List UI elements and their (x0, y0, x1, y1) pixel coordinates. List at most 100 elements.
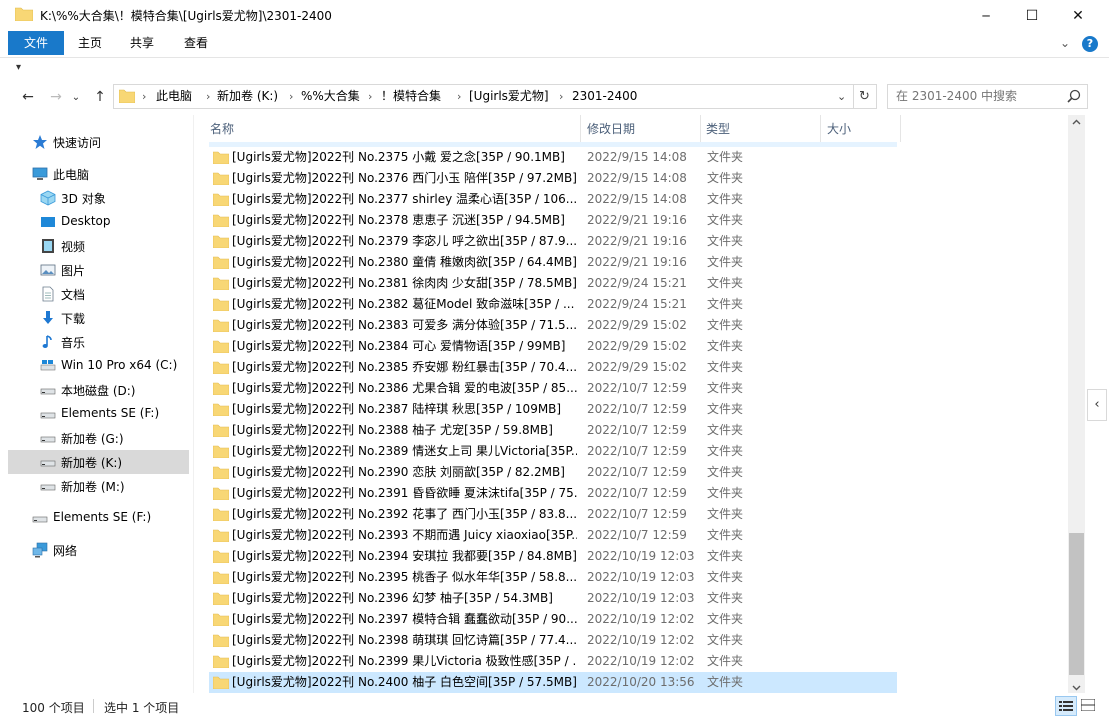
scroll-up-icon[interactable] (1072, 118, 1081, 127)
tab-file[interactable]: 文件 (8, 31, 64, 55)
sidebar-item-videos[interactable]: 视频 (8, 234, 189, 258)
sidebar-item-label: Elements SE (F:) (53, 510, 152, 524)
file-name: [Ugirls爱尤物]2022刊 No.2395 桃香子 似水年华[35P / … (232, 570, 577, 584)
file-row[interactable]: [Ugirls爱尤物]2022刊 No.2376 西门小玉 陪伴[35P / 9… (209, 168, 897, 189)
back-button[interactable]: ← (18, 88, 38, 106)
search-input[interactable] (896, 85, 1061, 106)
sidebar-item-drive-f[interactable]: Elements SE (F:) (8, 402, 189, 426)
file-row[interactable]: [Ugirls爱尤物]2022刊 No.2392 花事了 西门小玉[35P / … (209, 504, 897, 525)
sidebar-item-drive-m[interactable]: 新加卷 (M:) (8, 474, 189, 498)
column-header-date[interactable]: 修改日期 (587, 117, 697, 141)
tab-share[interactable]: 共享 (118, 31, 166, 55)
ribbon: 文件 主页 共享 查看 ⌄ ? (0, 31, 1109, 57)
forward-button[interactable]: → (46, 88, 66, 106)
details-view-button[interactable] (1055, 696, 1077, 716)
sidebar-item-drive-c[interactable]: Win 10 Pro x64 (C:) (8, 354, 189, 378)
column-header-type[interactable]: 类型 (706, 117, 816, 141)
minimize-button[interactable]: ─ (963, 0, 1009, 31)
large-icons-view-button[interactable] (1078, 696, 1098, 714)
file-row[interactable]: [Ugirls爱尤物]2022刊 No.2386 尤果合辑 爱的电波[35P /… (209, 378, 897, 399)
sidebar-item-3d-objects[interactable]: 3D 对象 (8, 186, 189, 210)
folder-icon (213, 382, 229, 395)
up-button[interactable]: ↑ (90, 88, 110, 106)
file-row[interactable]: [Ugirls爱尤物]2022刊 No.2385 乔安娜 粉红暴击[35P / … (209, 357, 897, 378)
file-row[interactable]: [Ugirls爱尤物]2022刊 No.2377 shirley 温柔心语[35… (209, 189, 897, 210)
column-divider[interactable] (820, 115, 821, 142)
sidebar-item-quick-access[interactable]: 快速访问 (8, 130, 189, 154)
file-name: [Ugirls爱尤物]2022刊 No.2388 柚子 尤宠[35P / 59.… (232, 423, 553, 437)
vertical-scrollbar[interactable] (1068, 115, 1085, 693)
sidebar-item-pictures[interactable]: 图片 (8, 258, 189, 282)
sidebar-item-music[interactable]: 音乐 (8, 330, 189, 354)
file-row[interactable]: [Ugirls爱尤物]2022刊 No.2398 萌琪琪 回忆诗篇[35P / … (209, 630, 897, 651)
drive-icon (40, 412, 56, 419)
address-dropdown-button[interactable]: ⌄ (837, 85, 846, 108)
file-row[interactable]: [Ugirls爱尤物]2022刊 No.2396 幻梦 柚子[35P / 54.… (209, 588, 897, 609)
file-row[interactable]: [Ugirls爱尤物]2022刊 No.2397 模特合辑 蠢蠢欲动[35P /… (209, 609, 897, 630)
details-pane-toggle[interactable]: ‹ (1087, 389, 1107, 421)
file-row[interactable]: [Ugirls爱尤物]2022刊 No.2378 恵恵子 沉迷[35P / 94… (209, 210, 897, 231)
file-row[interactable]: [Ugirls爱尤物]2022刊 No.2395 桃香子 似水年华[35P / … (209, 567, 897, 588)
file-date: 2022/10/19 12:02 (587, 612, 695, 626)
file-row[interactable]: [Ugirls爱尤物]2022刊 No.2400 柚子 白色空间[35P / 5… (209, 672, 897, 693)
file-row[interactable]: [Ugirls爱尤物]2022刊 No.2389 情迷女上司 果儿Victori… (209, 441, 897, 462)
ribbon-expand-button[interactable]: ⌄ (1057, 33, 1073, 53)
tab-view[interactable]: 查看 (171, 31, 221, 55)
file-row[interactable]: [Ugirls爱尤物]2022刊 No.2399 果儿Victoria 极致性感… (209, 651, 897, 672)
file-row[interactable]: [Ugirls爱尤物]2022刊 No.2390 恋肤 刘丽歆[35P / 82… (209, 462, 897, 483)
sidebar-item-drive-k[interactable]: 新加卷 (K:) (8, 450, 189, 474)
refresh-button[interactable]: ↻ (853, 84, 877, 109)
maximize-button[interactable]: ☐ (1009, 0, 1055, 31)
download-icon (43, 311, 53, 324)
breadcrumb-models[interactable]: ！模特合集 (381, 85, 441, 108)
file-row[interactable]: [Ugirls爱尤物]2022刊 No.2379 李宓儿 呼之欲出[35P / … (209, 231, 897, 252)
file-row[interactable]: [Ugirls爱尤物]2022刊 No.2388 柚子 尤宠[35P / 59.… (209, 420, 897, 441)
file-row[interactable]: [Ugirls爱尤物]2022刊 No.2391 昏昏欲睡 夏沫沫tifa[35… (209, 483, 897, 504)
breadcrumb-collection[interactable]: %%大合集 (301, 85, 360, 108)
recent-locations-button[interactable]: ⌄ (70, 88, 82, 106)
address-bar[interactable]: › 此电脑 › 新加卷 (K:) › %%大合集 › ！模特合集 › [Ugir… (113, 84, 854, 109)
breadcrumb-current[interactable]: 2301-2400 (572, 85, 637, 108)
tab-home[interactable]: 主页 (66, 31, 114, 55)
file-name: [Ugirls爱尤物]2022刊 No.2381 徐肉肉 少女甜[35P / 7… (232, 276, 577, 290)
chevron-left-icon: ‹ (1094, 397, 1100, 412)
scroll-down-icon[interactable] (1072, 681, 1081, 691)
column-divider[interactable] (700, 115, 701, 142)
up-arrow-icon: ↑ (94, 89, 106, 105)
sidebar-item-this-pc[interactable]: 此电脑 (8, 162, 189, 186)
file-row[interactable]: [Ugirls爱尤物]2022刊 No.2394 安琪拉 我都要[35P / 8… (209, 546, 897, 567)
sidebar-item-drive-d[interactable]: 本地磁盘 (D:) (8, 378, 189, 402)
close-button[interactable]: ✕ (1055, 0, 1101, 31)
file-date: 2022/10/19 12:03 (587, 591, 695, 605)
breadcrumb-this-pc[interactable]: 此电脑 (156, 85, 192, 108)
column-header-size[interactable]: 大小 (827, 117, 897, 141)
scrollbar-thumb[interactable] (1069, 533, 1084, 675)
file-row[interactable]: [Ugirls爱尤物]2022刊 No.2375 小戴 爱之念[35P / 90… (209, 147, 897, 168)
file-row[interactable]: [Ugirls爱尤物]2022刊 No.2393 不期而遇 Juicy xiao… (209, 525, 897, 546)
sidebar-item-label: 下载 (61, 312, 86, 326)
file-row[interactable]: [Ugirls爱尤物]2022刊 No.2382 葛征Model 致命滋味[35… (209, 294, 897, 315)
file-name: [Ugirls爱尤物]2022刊 No.2387 陆梓琪 秋思[35P / 10… (232, 402, 562, 416)
file-row[interactable]: [Ugirls爱尤物]2022刊 No.2384 可心 爱情物语[35P / 9… (209, 336, 897, 357)
file-row[interactable]: [Ugirls爱尤物]2022刊 No.2387 陆梓琪 秋思[35P / 10… (209, 399, 897, 420)
sidebar-item-elements-se[interactable]: Elements SE (F:) (8, 506, 189, 530)
file-date: 2022/10/19 12:03 (587, 549, 695, 563)
breadcrumb-drive-k[interactable]: 新加卷 (K:) (217, 85, 278, 108)
folder-icon (213, 592, 229, 605)
column-header-name[interactable]: 名称 (210, 117, 576, 141)
help-button[interactable]: ? (1082, 36, 1098, 52)
file-date: 2022/10/7 12:59 (587, 444, 687, 458)
sidebar-item-downloads[interactable]: 下载 (8, 306, 189, 330)
sidebar-item-drive-g[interactable]: 新加卷 (G:) (8, 426, 189, 450)
file-row[interactable]: [Ugirls爱尤物]2022刊 No.2380 童倩 稚嫩肉欲[35P / 6… (209, 252, 897, 273)
column-divider[interactable] (580, 115, 581, 142)
search-box[interactable] (887, 84, 1088, 109)
file-row[interactable]: [Ugirls爱尤物]2022刊 No.2383 可爱多 满分体验[35P / … (209, 315, 897, 336)
sidebar-item-documents[interactable]: 文档 (8, 282, 189, 306)
sidebar-item-network[interactable]: 网络 (8, 538, 189, 562)
column-divider[interactable] (900, 115, 901, 142)
quick-access-dropdown[interactable]: ▾ (16, 60, 28, 76)
sidebar-item-desktop[interactable]: Desktop (8, 210, 189, 234)
file-row[interactable]: [Ugirls爱尤物]2022刊 No.2381 徐肉肉 少女甜[35P / 7… (209, 273, 897, 294)
breadcrumb-ugirls[interactable]: [Ugirls爱尤物] (469, 85, 549, 108)
